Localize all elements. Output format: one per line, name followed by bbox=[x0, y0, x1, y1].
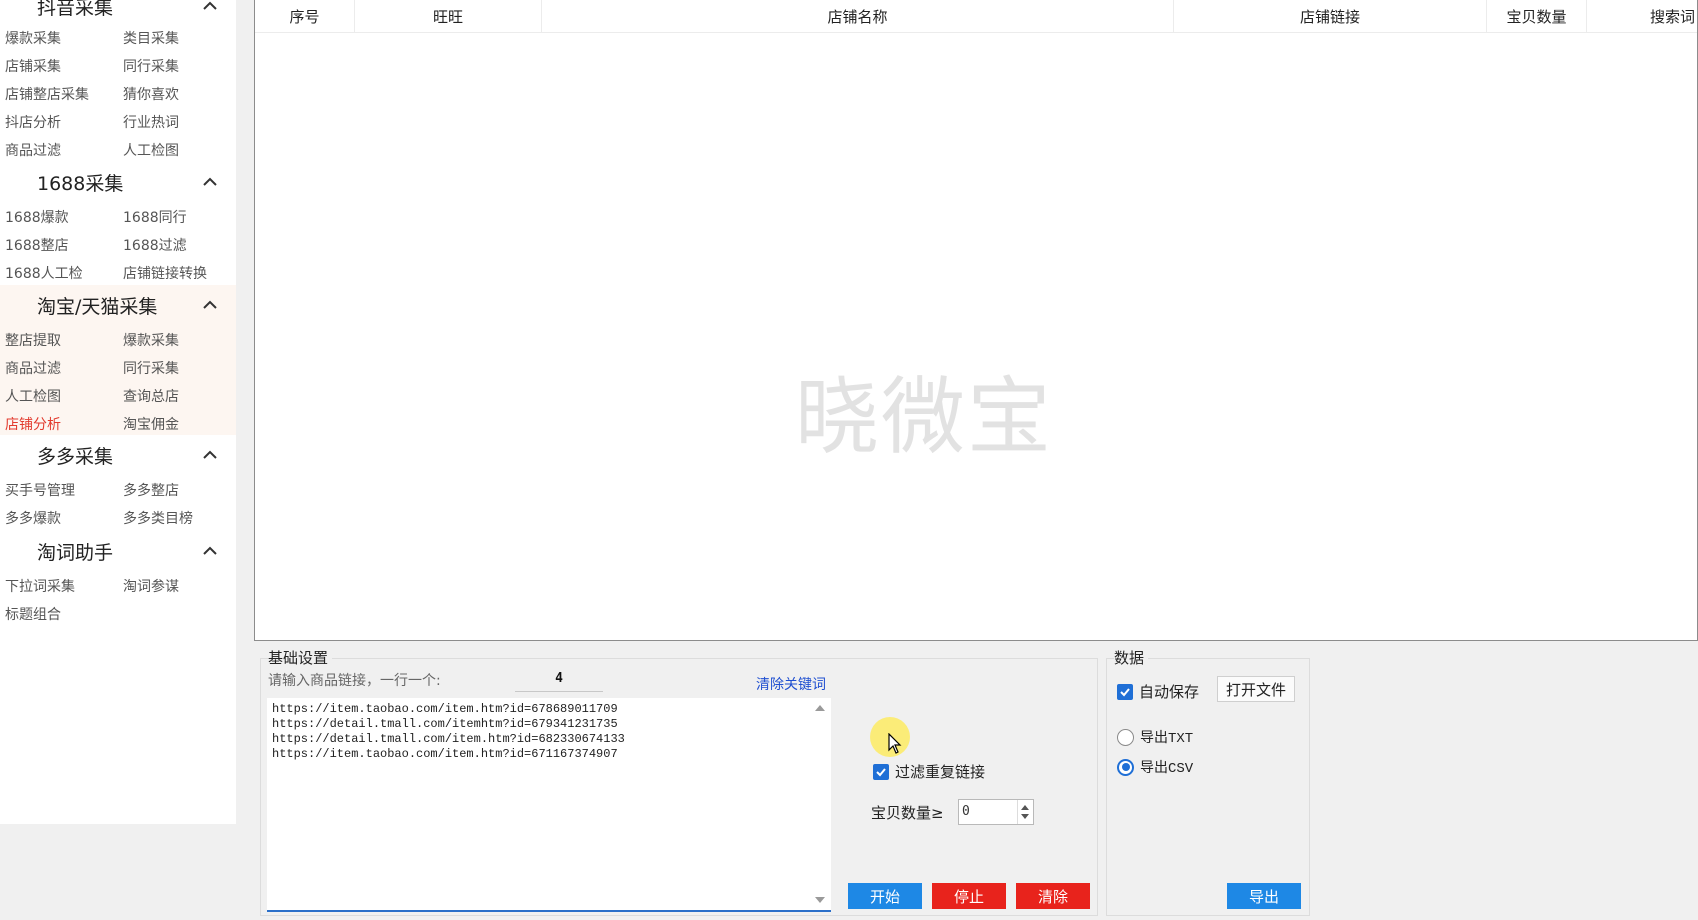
clear-keywords-link[interactable]: 清除关键词 bbox=[756, 674, 826, 694]
checkbox-checked-icon[interactable] bbox=[1117, 683, 1133, 700]
stop-button[interactable]: 停止 bbox=[932, 883, 1006, 909]
export-csv-radio[interactable]: 导出CSV bbox=[1117, 757, 1193, 777]
table-header: 序号 旺旺 店铺名称 店铺链接 宝贝数量 搜索词 bbox=[255, 0, 1697, 33]
auto-save-label: 自动保存 bbox=[1139, 683, 1200, 701]
sidebar-item-title-combine[interactable]: 标题组合 bbox=[5, 604, 61, 624]
sidebar-item-1688-manual[interactable]: 1688人工检 bbox=[5, 263, 83, 283]
results-table: 序号 旺旺 店铺名称 店铺链接 宝贝数量 搜索词 晓微宝 bbox=[254, 0, 1698, 641]
sidebar-item-douyin-guess[interactable]: 猜你喜欢 bbox=[123, 84, 179, 104]
line-count-display: 4 bbox=[515, 666, 603, 692]
sidebar-item-1688-filter[interactable]: 1688过滤 bbox=[123, 235, 187, 255]
export-txt-radio[interactable]: 导出TXT bbox=[1117, 727, 1193, 747]
start-button[interactable]: 开始 bbox=[848, 883, 922, 909]
sidebar-item-taoci-advisor[interactable]: 淘词参谋 bbox=[123, 576, 179, 596]
link-input-hint: 请输入商品链接，一行一个: bbox=[268, 673, 441, 689]
clear-button[interactable]: 清除 bbox=[1016, 883, 1090, 909]
sidebar-item-douyin-whole-store[interactable]: 店铺整店采集 bbox=[5, 84, 89, 104]
sidebar-item-taobao-store-extract[interactable]: 整店提取 bbox=[5, 330, 61, 350]
section-header-taoci[interactable]: 淘词助手 bbox=[0, 531, 236, 571]
radio-unselected-icon[interactable] bbox=[1117, 728, 1134, 746]
column-header-store-link[interactable]: 店铺链接 bbox=[1174, 0, 1487, 33]
sidebar-item-douyin-analysis[interactable]: 抖店分析 bbox=[5, 112, 61, 132]
sidebar-item-duoduo-buyer[interactable]: 买手号管理 bbox=[5, 480, 75, 500]
section-header-douyin[interactable]: 抖音采集 bbox=[0, 0, 236, 26]
chevron-up-icon[interactable] bbox=[201, 542, 219, 560]
sidebar-item-1688-hot[interactable]: 1688爆款 bbox=[5, 207, 69, 227]
sidebar-item-1688-peer[interactable]: 1688同行 bbox=[123, 207, 187, 227]
watermark-logo: 晓微宝 bbox=[795, 368, 1054, 466]
stepper-down-icon[interactable] bbox=[1021, 814, 1029, 819]
mouse-pointer-icon bbox=[888, 733, 902, 754]
textarea-content: https://item.taobao.com/item.htm?id=6786… bbox=[272, 702, 625, 762]
column-header-search-term[interactable]: 搜索词 bbox=[1587, 0, 1698, 33]
section-title: 淘词助手 bbox=[37, 541, 114, 564]
sidebar-item-taobao-hot[interactable]: 爆款采集 bbox=[123, 330, 179, 350]
link-line: https://detail.tmall.com/itemhtm?id=6793… bbox=[272, 717, 618, 731]
item-count-label: 宝贝数量≥ bbox=[871, 804, 944, 822]
sidebar-item-douyin-store[interactable]: 店铺采集 bbox=[5, 56, 61, 76]
sidebar-item-taobao-query-store[interactable]: 查询总店 bbox=[123, 386, 179, 406]
sidebar-item-douyin-hot[interactable]: 爆款采集 bbox=[5, 28, 61, 48]
chevron-up-icon[interactable] bbox=[201, 173, 219, 191]
column-header-index[interactable]: 序号 bbox=[255, 0, 355, 33]
export-txt-label: 导出TXT bbox=[1140, 731, 1194, 747]
textarea-scrollbar[interactable] bbox=[809, 698, 831, 910]
sidebar-item-douyin-category[interactable]: 类目采集 bbox=[123, 28, 179, 48]
link-line: https://item.taobao.com/item.htm?id=6711… bbox=[272, 747, 618, 761]
sidebar-item-1688-store[interactable]: 1688整店 bbox=[5, 235, 69, 255]
scroll-up-arrow-icon[interactable] bbox=[815, 705, 825, 711]
sidebar-item-taobao-commission[interactable]: 淘宝佣金 bbox=[123, 414, 179, 434]
link-line: https://item.taobao.com/item.htm?id=6786… bbox=[272, 702, 618, 716]
section-title: 抖音采集 bbox=[37, 0, 114, 19]
sidebar-item-taobao-store-analysis[interactable]: 店铺分析 bbox=[5, 414, 61, 434]
section-header-taobao[interactable]: 淘宝/天猫采集 bbox=[0, 285, 236, 325]
filter-duplicates-label: 过滤重复链接 bbox=[895, 763, 986, 781]
item-count-value[interactable]: 0 bbox=[962, 804, 970, 819]
chevron-up-icon[interactable] bbox=[201, 0, 219, 15]
auto-save-checkbox[interactable]: 自动保存 bbox=[1117, 681, 1199, 702]
chevron-up-icon[interactable] bbox=[201, 446, 219, 464]
section-header-1688[interactable]: 1688采集 bbox=[0, 162, 236, 202]
sidebar-item-duoduo-category-rank[interactable]: 多多类目榜 bbox=[123, 508, 193, 528]
sidebar-item-dropdown-words[interactable]: 下拉词采集 bbox=[5, 576, 75, 596]
checkbox-checked-icon[interactable] bbox=[873, 763, 889, 780]
item-count-stepper[interactable]: 0 bbox=[958, 799, 1034, 825]
basic-settings-title: 基础设置 bbox=[268, 647, 333, 668]
product-links-textarea[interactable]: https://item.taobao.com/item.htm?id=6786… bbox=[267, 698, 831, 912]
link-line: https://detail.tmall.com/item.htm?id=682… bbox=[272, 732, 625, 746]
column-header-store-name[interactable]: 店铺名称 bbox=[542, 0, 1174, 33]
sidebar-item-duoduo-store[interactable]: 多多整店 bbox=[123, 480, 179, 500]
column-header-item-count[interactable]: 宝贝数量 bbox=[1487, 0, 1587, 33]
scroll-down-arrow-icon[interactable] bbox=[815, 897, 825, 903]
sidebar-item-douyin-peer[interactable]: 同行采集 bbox=[123, 56, 179, 76]
open-file-button[interactable]: 打开文件 bbox=[1217, 676, 1295, 702]
sidebar-item-douyin-hotwords[interactable]: 行业热词 bbox=[123, 112, 179, 132]
sidebar-item-duoduo-hot[interactable]: 多多爆款 bbox=[5, 508, 61, 528]
sidebar-item-taobao-filter[interactable]: 商品过滤 bbox=[5, 358, 61, 378]
export-button[interactable]: 导出 bbox=[1227, 883, 1301, 909]
section-title: 1688采集 bbox=[37, 172, 124, 195]
data-title: 数据 bbox=[1114, 647, 1149, 668]
sidebar-item-douyin-manual-check[interactable]: 人工检图 bbox=[123, 140, 179, 160]
column-header-wangwang[interactable]: 旺旺 bbox=[355, 0, 542, 33]
sidebar-item-douyin-filter[interactable]: 商品过滤 bbox=[5, 140, 61, 160]
stepper-up-icon[interactable] bbox=[1021, 805, 1029, 810]
sidebar-item-taobao-peer[interactable]: 同行采集 bbox=[123, 358, 179, 378]
radio-selected-icon[interactable] bbox=[1117, 758, 1134, 776]
chevron-up-icon[interactable] bbox=[201, 296, 219, 314]
export-csv-label: 导出CSV bbox=[1140, 761, 1194, 777]
section-header-duoduo[interactable]: 多多采集 bbox=[0, 435, 236, 475]
section-title: 淘宝/天猫采集 bbox=[37, 295, 158, 318]
filter-duplicates-checkbox[interactable]: 过滤重复链接 bbox=[873, 761, 985, 782]
section-title: 多多采集 bbox=[37, 445, 114, 468]
stepper-buttons[interactable] bbox=[1017, 800, 1033, 824]
sidebar: 抖音采集 爆款采集 类目采集 店铺采集 同行采集 店铺整店采集 猜你喜欢 抖店分… bbox=[0, 0, 236, 824]
sidebar-item-taobao-manual-check[interactable]: 人工检图 bbox=[5, 386, 61, 406]
sidebar-item-1688-link-convert[interactable]: 店铺链接转换 bbox=[123, 263, 207, 283]
